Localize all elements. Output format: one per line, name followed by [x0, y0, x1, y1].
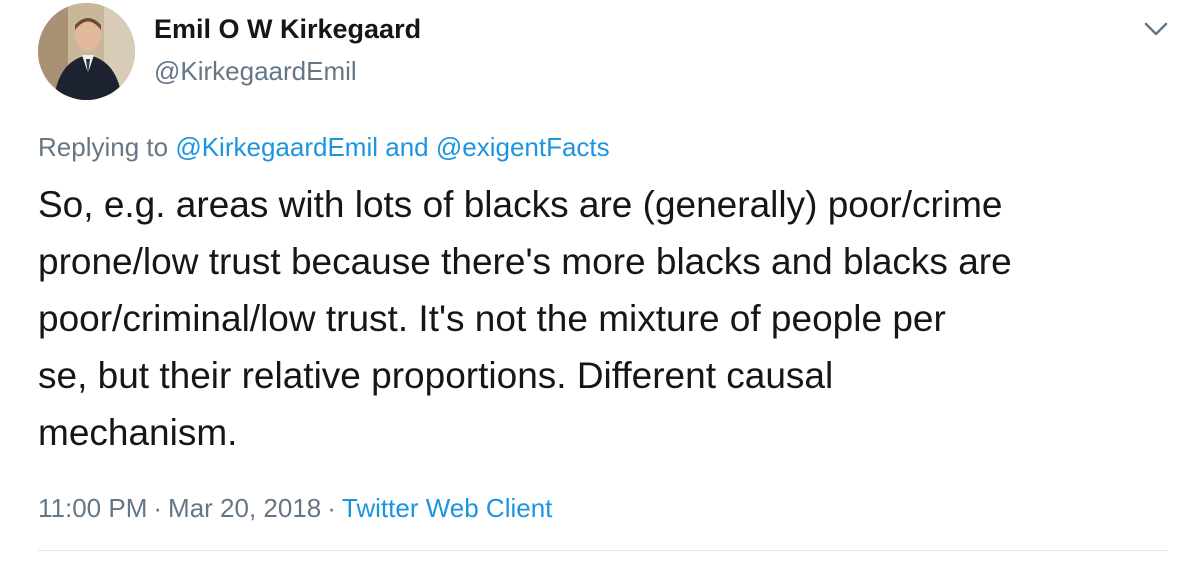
divider: [38, 550, 1168, 551]
user-handle[interactable]: @KirkegaardEmil: [154, 56, 357, 87]
tweet-date[interactable]: Mar 20, 2018: [168, 493, 321, 523]
mention-joiner: and: [385, 132, 429, 162]
tweet-card: Emil O W Kirkegaard @KirkegaardEmil Repl…: [0, 0, 1200, 567]
tweet-text-line: mechanism.: [38, 412, 238, 453]
replying-to-label: Replying to: [38, 132, 169, 162]
meta-separator: ·: [153, 493, 163, 523]
tweet-text: So, e.g. areas with lots of blacks are (…: [38, 176, 1188, 461]
avatar-photo-icon: [38, 3, 135, 100]
tweet-source-link[interactable]: Twitter Web Client: [342, 493, 552, 523]
tweet-time[interactable]: 11:00 PM: [38, 493, 147, 523]
avatar[interactable]: [38, 3, 135, 100]
mention-link[interactable]: @KirkegaardEmil: [175, 132, 378, 162]
tweet-text-line: So, e.g. areas with lots of blacks are (…: [38, 184, 1003, 225]
meta-separator: ·: [327, 493, 336, 523]
mention-link[interactable]: @exigentFacts: [436, 132, 610, 162]
tweet-text-line: se, but their relative proportions. Diff…: [38, 355, 834, 396]
tweet-meta: 11:00 PM · Mar 20, 2018 · Twitter Web Client: [38, 493, 552, 524]
chevron-down-icon[interactable]: [1140, 14, 1172, 44]
tweet-text-line: poor/criminal/low trust. It's not the mi…: [38, 298, 946, 339]
replying-to: Replying to @KirkegaardEmil and @exigent…: [38, 132, 610, 163]
tweet-text-line: prone/low trust because there's more bla…: [38, 241, 1012, 282]
display-name[interactable]: Emil O W Kirkegaard: [154, 14, 421, 45]
